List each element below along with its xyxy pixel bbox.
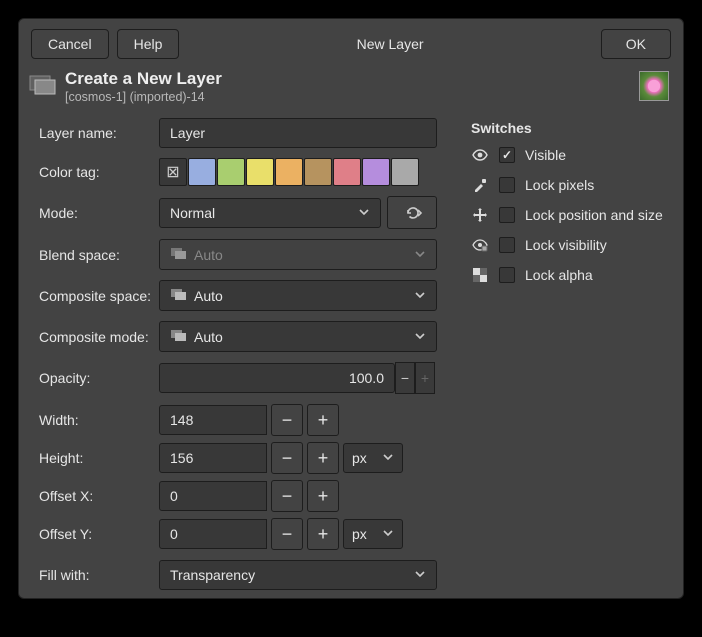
color-tag-label: Color tag: [39, 164, 159, 180]
width-increment-button[interactable]: + [307, 404, 339, 436]
chevron-down-icon [414, 329, 426, 345]
height-input[interactable] [159, 443, 267, 473]
height-label: Height: [39, 450, 159, 466]
layers-icon [170, 328, 188, 345]
color-tag-swatch[interactable] [304, 158, 332, 186]
color-tag-swatch[interactable] [188, 158, 216, 186]
mode-select[interactable]: Normal [159, 198, 381, 228]
composite-mode-select[interactable]: Auto [159, 321, 437, 352]
titlebar: Cancel Help New Layer OK [19, 19, 683, 67]
visible-label: Visible [525, 147, 566, 163]
brush-lock-icon [471, 177, 489, 193]
dialog-title: New Layer [357, 36, 424, 52]
lock-visibility-label: Lock visibility [525, 237, 607, 253]
visible-checkbox[interactable] [499, 147, 515, 163]
ok-button[interactable]: OK [601, 29, 671, 59]
visibility-lock-icon [471, 237, 489, 253]
fill-with-label: Fill with: [39, 567, 159, 583]
offset-x-increment-button[interactable]: + [307, 480, 339, 512]
header-title: Create a New Layer [65, 69, 639, 89]
opacity-decrement-button[interactable]: − [395, 362, 415, 394]
composite-space-value: Auto [194, 288, 223, 304]
lock-alpha-label: Lock alpha [525, 267, 593, 283]
offset-x-decrement-button[interactable]: − [271, 480, 303, 512]
offset-y-increment-button[interactable]: + [307, 518, 339, 550]
offset-x-input[interactable] [159, 481, 267, 511]
layers-icon [170, 246, 188, 263]
blend-space-select[interactable]: Auto [159, 239, 437, 270]
lock-visibility-checkbox[interactable] [499, 237, 515, 253]
composite-mode-value: Auto [194, 329, 223, 345]
chevron-down-icon [414, 567, 426, 583]
width-label: Width: [39, 412, 159, 428]
width-input[interactable] [159, 405, 267, 435]
fill-with-value: Transparency [170, 567, 255, 583]
offset-y-label: Offset Y: [39, 526, 159, 542]
color-tag-none[interactable] [159, 158, 187, 186]
lock-pixels-label: Lock pixels [525, 177, 594, 193]
header: Create a New Layer [cosmos-1] (imported)… [19, 67, 683, 110]
chevron-down-icon [414, 288, 426, 304]
switches-title: Switches [471, 120, 669, 136]
header-subtitle: [cosmos-1] (imported)-14 [65, 90, 639, 104]
alpha-lock-icon [471, 267, 489, 283]
blend-space-value: Auto [194, 247, 223, 263]
color-tag-swatches [159, 158, 419, 186]
layer-name-input[interactable] [159, 118, 437, 148]
composite-space-label: Composite space: [39, 288, 159, 304]
offset-unit-value: px [352, 526, 367, 542]
offset-y-input[interactable] [159, 519, 267, 549]
width-decrement-button[interactable]: − [271, 404, 303, 436]
mode-value: Normal [170, 205, 215, 221]
color-tag-swatch[interactable] [275, 158, 303, 186]
size-unit-select[interactable]: px [343, 443, 403, 473]
opacity-input[interactable] [159, 363, 395, 393]
chevron-down-icon [382, 526, 394, 542]
layers-icon [170, 287, 188, 304]
mode-label: Mode: [39, 205, 159, 221]
new-layer-dialog: Cancel Help New Layer OK Create a New La… [18, 18, 684, 599]
offset-y-decrement-button[interactable]: − [271, 518, 303, 550]
layer-icon [29, 73, 57, 95]
move-lock-icon [471, 207, 489, 223]
lock-pixels-checkbox[interactable] [499, 177, 515, 193]
image-thumbnail [639, 71, 669, 101]
composite-mode-label: Composite mode: [39, 329, 159, 345]
color-tag-swatch[interactable] [217, 158, 245, 186]
height-increment-button[interactable]: + [307, 442, 339, 474]
layer-name-label: Layer name: [39, 125, 159, 141]
eye-icon [471, 147, 489, 163]
color-tag-swatch[interactable] [246, 158, 274, 186]
lock-position-checkbox[interactable] [499, 207, 515, 223]
chevron-down-icon [382, 450, 394, 466]
composite-space-select[interactable]: Auto [159, 280, 437, 311]
mode-reset-button[interactable] [387, 196, 437, 229]
color-tag-swatch[interactable] [391, 158, 419, 186]
chevron-down-icon [358, 205, 370, 221]
size-unit-value: px [352, 450, 367, 466]
opacity-increment-button[interactable]: + [415, 362, 435, 394]
opacity-label: Opacity: [39, 370, 159, 386]
color-tag-swatch[interactable] [362, 158, 390, 186]
lock-position-label: Lock position and size [525, 207, 663, 223]
blend-space-label: Blend space: [39, 247, 159, 263]
chevron-down-icon [414, 247, 426, 263]
help-button[interactable]: Help [117, 29, 180, 59]
fill-with-select[interactable]: Transparency [159, 560, 437, 590]
cancel-button[interactable]: Cancel [31, 29, 109, 59]
height-decrement-button[interactable]: − [271, 442, 303, 474]
offset-x-label: Offset X: [39, 488, 159, 504]
offset-unit-select[interactable]: px [343, 519, 403, 549]
color-tag-swatch[interactable] [333, 158, 361, 186]
lock-alpha-checkbox[interactable] [499, 267, 515, 283]
